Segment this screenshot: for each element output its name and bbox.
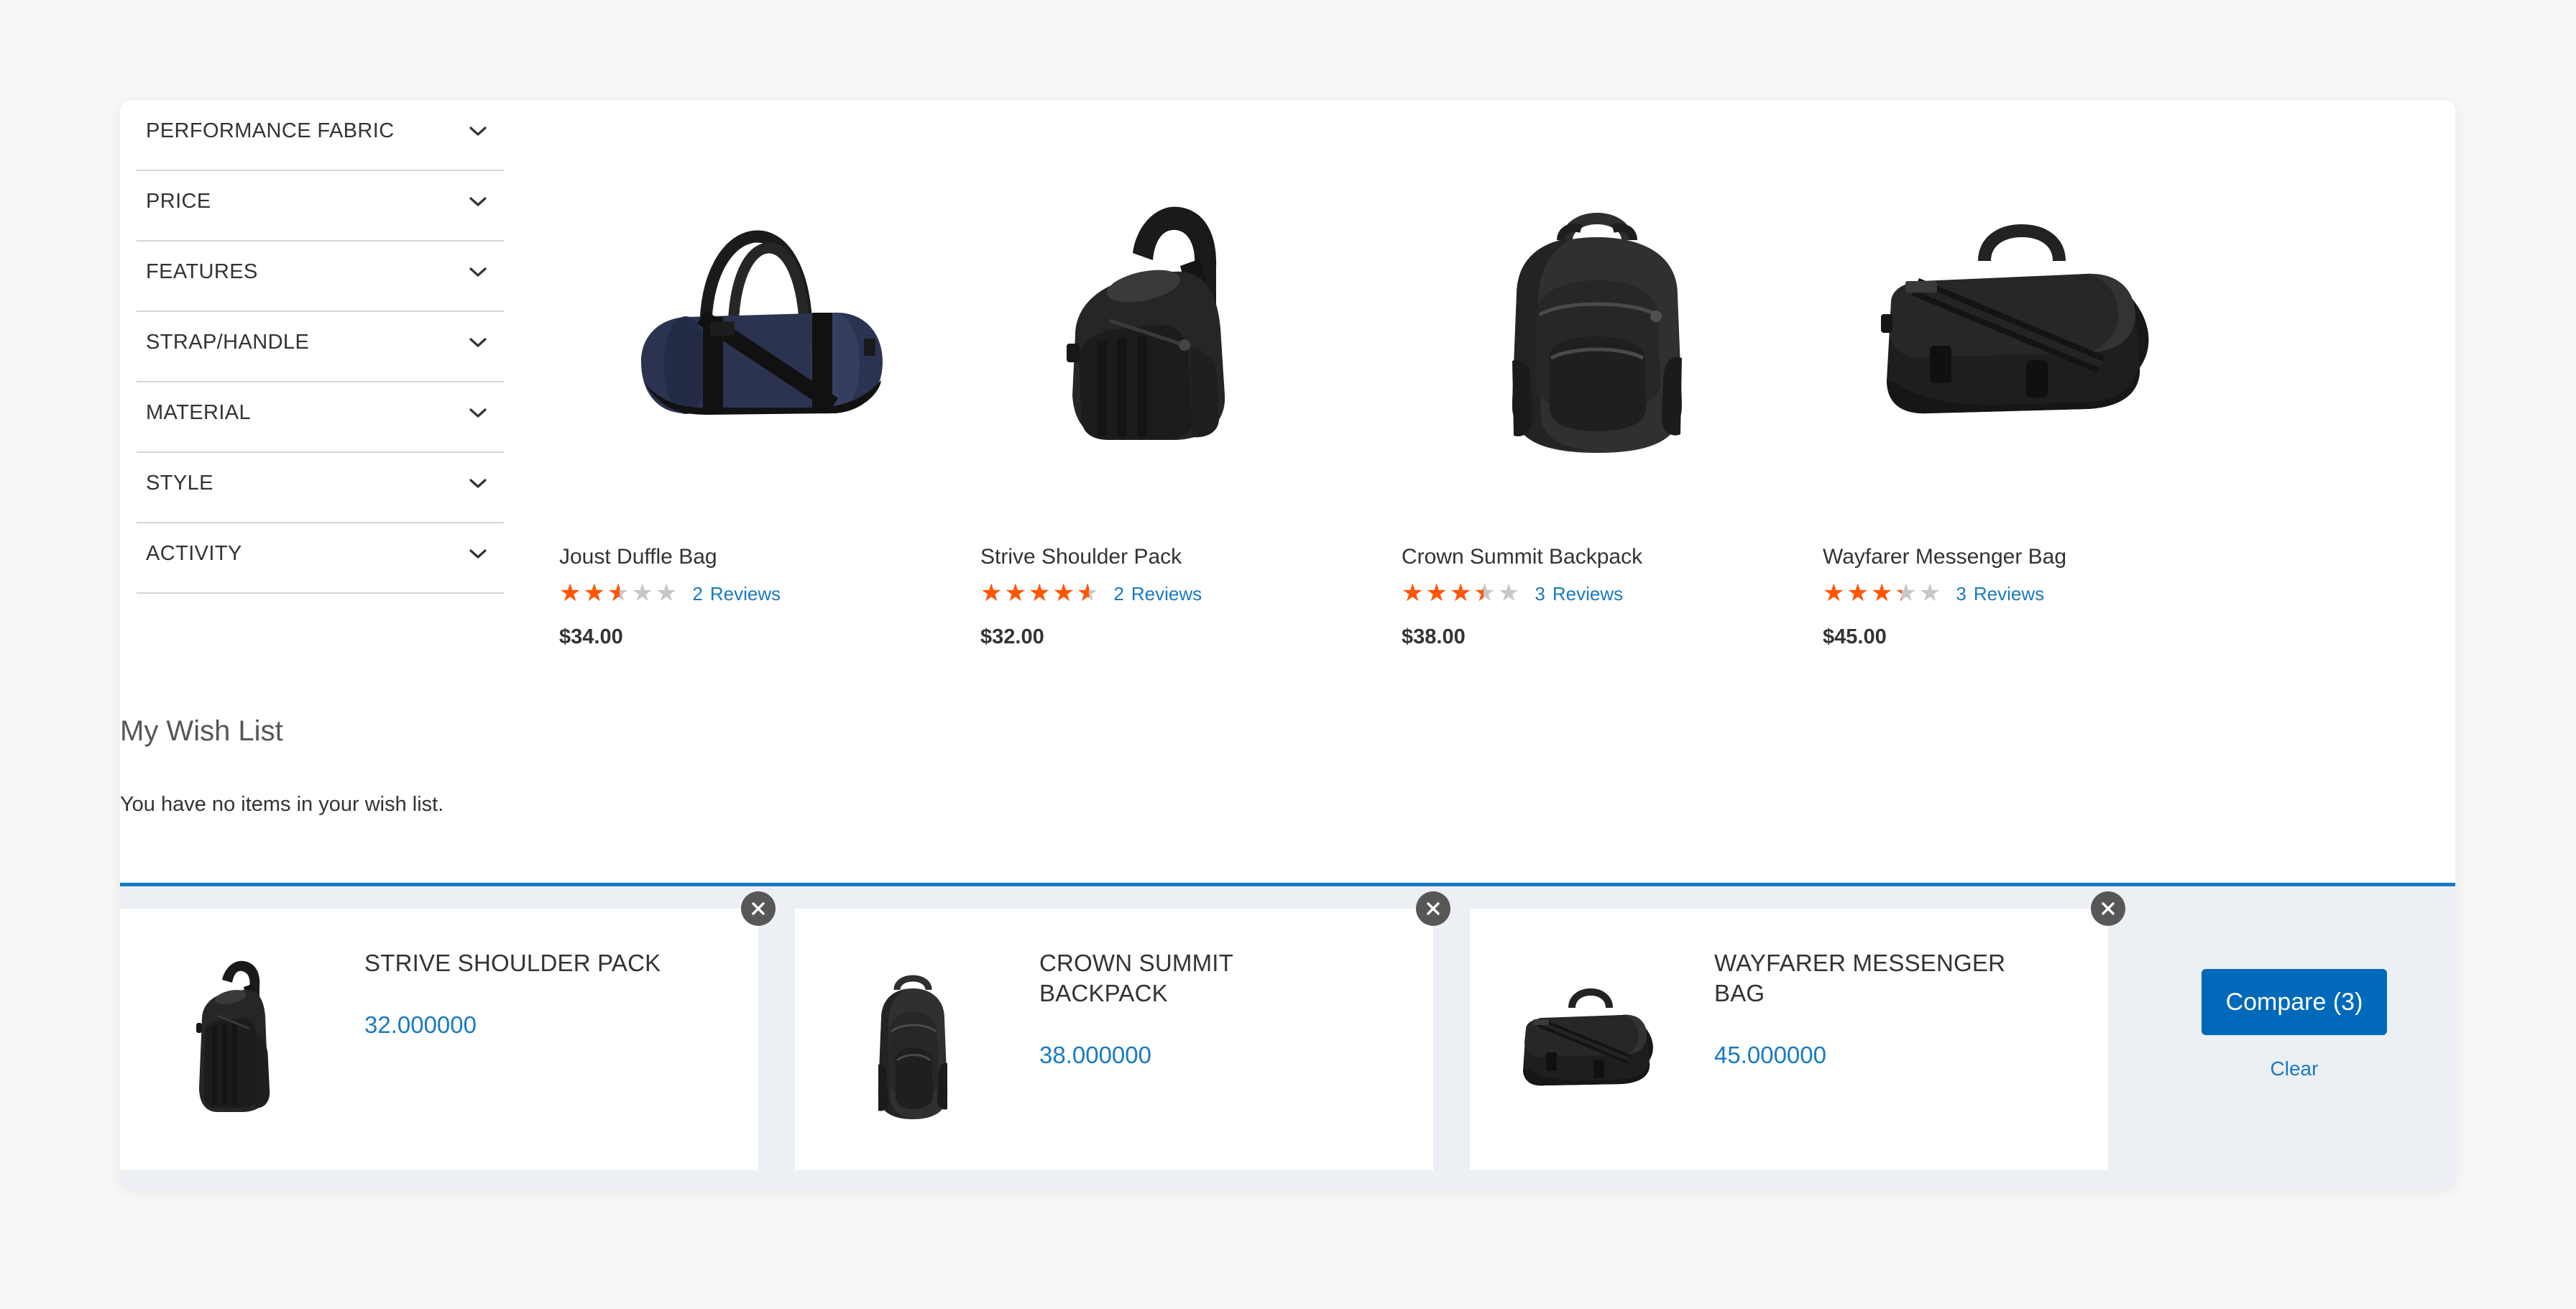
catalog-page-card: PERFORMANCE FABRIC PRICE FEATURES STRAP/… (120, 101, 2455, 1188)
compare-item[interactable]: WAYFARER MESSENGER BAG 45.000000 (1470, 891, 2125, 1170)
star-rating-fill: ★★★★★ (980, 581, 1089, 605)
compare-item-info: CROWN SUMMIT BACKPACK 38.000000 (1032, 909, 1341, 1069)
review-count: 2 (1113, 582, 1124, 605)
compare-item-name[interactable]: WAYFARER MESSENGER BAG (1714, 948, 2016, 1009)
reviews-link[interactable]: Reviews (710, 583, 781, 605)
compare-item-price: 45.000000 (1714, 1042, 1826, 1069)
filter-row-activity[interactable]: ACTIVITY (137, 523, 504, 594)
compare-item[interactable]: STRIVE SHOULDER PACK 32.000000 (120, 891, 776, 1170)
wishlist-title: My Wish List (120, 715, 283, 747)
compare-products-bar: STRIVE SHOULDER PACK 32.000000 CROWN SUM… (120, 883, 2455, 1188)
product-rating[interactable]: ★★★★★ ★★★★★ 3 Reviews (1808, 581, 2229, 607)
compare-item-image-messenger-bag-black (1470, 909, 1707, 1170)
compare-item-name[interactable]: STRIVE SHOULDER PACK (364, 948, 666, 978)
product-card[interactable]: Joust Duffle Bag ★★★★★ ★★★★★ 2 Reviews $… (544, 101, 965, 877)
product-image-duffle-bag-navy[interactable] (544, 101, 965, 532)
product-name[interactable]: Wayfarer Messenger Bag (1808, 545, 2229, 569)
chevron-down-icon[interactable] (465, 470, 491, 496)
chevron-down-icon[interactable] (465, 188, 491, 214)
product-grid: Joust Duffle Bag ★★★★★ ★★★★★ 2 Reviews $… (544, 101, 2455, 877)
compare-actions: Compare (3) Clear (2133, 909, 2455, 1170)
chevron-down-icon[interactable] (465, 329, 491, 355)
chevron-down-icon[interactable] (465, 400, 491, 426)
wishlist-block: My Wish List You have no items in your w… (120, 715, 525, 817)
compare-item[interactable]: CROWN SUMMIT BACKPACK 38.000000 (795, 891, 1450, 1170)
product-name[interactable]: Strive Shoulder Pack (965, 545, 1386, 569)
compare-items-list: STRIVE SHOULDER PACK 32.000000 CROWN SUM… (120, 891, 2145, 1170)
filter-list: PERFORMANCE FABRIC PRICE FEATURES STRAP/… (120, 101, 525, 594)
product-price: $32.00 (980, 625, 1044, 648)
chevron-down-icon[interactable] (465, 259, 491, 285)
filter-label: PERFORMANCE FABRIC (146, 119, 395, 142)
product-name[interactable]: Joust Duffle Bag (544, 545, 965, 569)
filter-row-style[interactable]: STYLE (137, 453, 504, 523)
compare-item-info: WAYFARER MESSENGER BAG 45.000000 (1707, 909, 2016, 1069)
compare-item-info: STRIVE SHOULDER PACK 32.000000 (357, 909, 666, 1039)
product-image-sling-backpack-black[interactable] (965, 101, 1386, 532)
wishlist-empty-message: You have no items in your wish list. (120, 793, 444, 816)
compare-item-name[interactable]: CROWN SUMMIT BACKPACK (1039, 948, 1341, 1009)
product-price: $38.00 (1402, 625, 1466, 648)
product-image-messenger-bag-black[interactable] (1808, 101, 2229, 532)
review-count: 3 (1535, 582, 1545, 605)
chevron-down-icon[interactable] (465, 541, 491, 566)
star-rating-fill: ★★★★★ (559, 581, 620, 605)
product-image-backpack-black[interactable] (1386, 101, 1808, 532)
filter-label: STRAP/HANDLE (146, 331, 310, 354)
product-price: $34.00 (559, 625, 623, 648)
reviews-link[interactable]: Reviews (1974, 583, 2044, 605)
review-count: 3 (1956, 582, 1966, 605)
star-rating: ★★★★★ ★★★★★ (980, 581, 1100, 607)
compare-item-price: 32.000000 (364, 1011, 477, 1039)
filter-label: PRICE (146, 190, 211, 213)
product-card[interactable]: Wayfarer Messenger Bag ★★★★★ ★★★★★ 3 Rev… (1808, 101, 2229, 877)
compare-item-image-backpack-black (795, 909, 1032, 1170)
clear-compare-link[interactable]: Clear (2271, 1057, 2319, 1080)
product-price: $45.00 (1823, 625, 1887, 648)
product-card[interactable]: Strive Shoulder Pack ★★★★★ ★★★★★ 2 Revie… (965, 101, 1386, 877)
star-rating: ★★★★★ ★★★★★ (1823, 581, 1943, 607)
star-rating-fill: ★★★★★ (1402, 581, 1484, 605)
filter-label: STYLE (146, 472, 213, 495)
filter-row-features[interactable]: FEATURES (137, 242, 504, 312)
filter-label: MATERIAL (146, 401, 252, 424)
star-rating: ★★★★★ ★★★★★ (559, 581, 679, 607)
star-rating: ★★★★★ ★★★★★ (1402, 581, 1522, 607)
filter-row-performance-fabric[interactable]: PERFORMANCE FABRIC (137, 101, 504, 171)
close-icon[interactable] (2091, 891, 2125, 926)
compare-item-image-sling-backpack-black (120, 909, 357, 1170)
filters-sidebar: PERFORMANCE FABRIC PRICE FEATURES STRAP/… (120, 101, 525, 816)
filter-row-strap-handle[interactable]: STRAP/HANDLE (137, 312, 504, 382)
product-card[interactable]: Crown Summit Backpack ★★★★★ ★★★★★ 3 Revi… (1386, 101, 1808, 877)
close-icon[interactable] (1416, 891, 1450, 926)
compare-item-price: 38.000000 (1039, 1042, 1151, 1069)
filter-row-material[interactable]: MATERIAL (137, 382, 504, 453)
filter-row-price[interactable]: PRICE (137, 171, 504, 242)
chevron-down-icon[interactable] (465, 118, 491, 144)
reviews-link[interactable]: Reviews (1131, 583, 1202, 605)
reviews-link[interactable]: Reviews (1552, 583, 1623, 605)
product-rating[interactable]: ★★★★★ ★★★★★ 3 Reviews (1386, 581, 1808, 607)
filter-label: ACTIVITY (146, 542, 242, 565)
product-rating[interactable]: ★★★★★ ★★★★★ 2 Reviews (965, 581, 1386, 607)
review-count: 2 (692, 582, 703, 605)
compare-button[interactable]: Compare (3) (2201, 969, 2388, 1035)
product-rating[interactable]: ★★★★★ ★★★★★ 2 Reviews (544, 581, 965, 607)
product-name[interactable]: Crown Summit Backpack (1386, 545, 1808, 569)
star-rating-fill: ★★★★★ (1823, 581, 1902, 605)
filter-label: FEATURES (146, 260, 258, 283)
close-icon[interactable] (741, 891, 776, 926)
